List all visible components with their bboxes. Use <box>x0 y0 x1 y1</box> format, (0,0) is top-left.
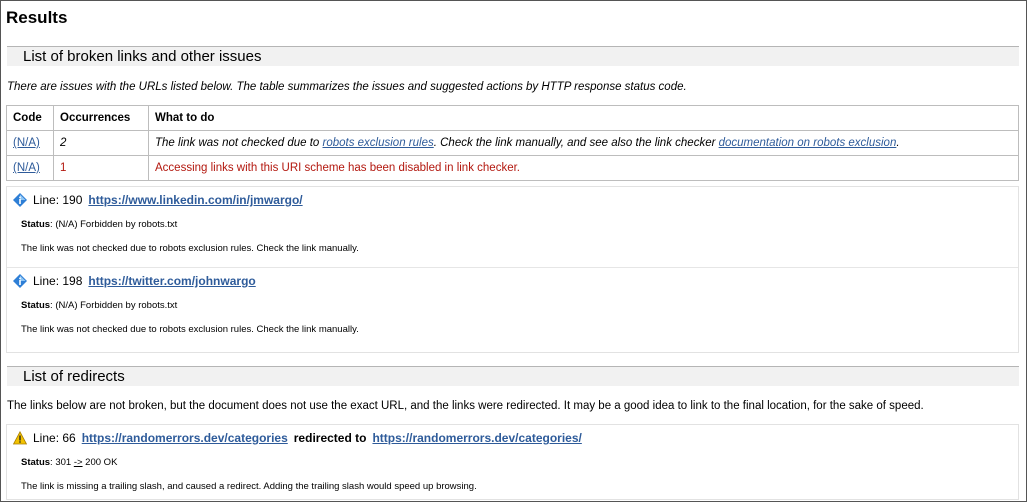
code-link[interactable]: (N/A) <box>13 162 40 174</box>
entry-line: Line: 198 https://twitter.com/johnwargo <box>13 274 256 288</box>
redirected-to-label: redirected to <box>293 431 367 445</box>
line-number: Line: 198 <box>33 274 83 288</box>
broken-links-intro: There are issues with the URLs listed be… <box>7 81 687 93</box>
code-cell: (N/A) <box>6 155 54 181</box>
entry-line: Line: 66 https://randomerrors.dev/catego… <box>13 431 582 445</box>
entry-message: The link was not checked due to robots e… <box>21 324 359 335</box>
status-label: Status <box>21 457 51 468</box>
entry-message: The link was not checked due to robots e… <box>21 243 359 254</box>
url-link[interactable]: https://www.linkedin.com/in/jmwargo/ <box>88 193 302 207</box>
page-title: Results <box>6 8 68 27</box>
redirect-from-link[interactable]: https://randomerrors.dev/categories <box>82 431 288 445</box>
status-rest: 200 OK <box>82 457 118 468</box>
robots-documentation-link[interactable]: documentation on robots exclusion <box>719 137 897 149</box>
what-to-do-cell: Accessing links with this URI scheme has… <box>148 155 1019 181</box>
line-number: Line: 190 <box>33 193 83 207</box>
broken-links-heading: List of broken links and other issues <box>7 46 1019 66</box>
url-link[interactable]: https://twitter.com/johnwargo <box>88 274 255 288</box>
status-label: Status <box>21 219 51 230</box>
broken-links-list: Line: 190 https://www.linkedin.com/in/jm… <box>6 186 1019 353</box>
line-number: Line: 66 <box>33 431 76 445</box>
status-arrow: -> <box>73 457 83 468</box>
warning-icon <box>13 431 27 445</box>
column-header-code: Code <box>6 105 54 131</box>
list-item: Line: 66 https://randomerrors.dev/catego… <box>7 425 1018 499</box>
what-to-do-cell: The link was not checked due to robots e… <box>148 130 1019 156</box>
status-text: Status: 301 -> 200 OK <box>21 457 117 468</box>
occurrences-cell: 1 <box>53 155 149 181</box>
status-value: : (N/A) Forbidden by robots.txt <box>50 300 178 311</box>
entry-message: The link is missing a trailing slash, an… <box>21 481 477 492</box>
table-row: (N/A) 1 Accessing links with this URI sc… <box>6 155 1019 181</box>
redirect-to-link[interactable]: https://randomerrors.dev/categories/ <box>372 431 581 445</box>
info-diamond-icon <box>13 274 27 288</box>
status-value: : (N/A) Forbidden by robots.txt <box>50 219 178 230</box>
column-header-occurrences: Occurrences <box>53 105 149 131</box>
status-code: : 301 <box>50 457 74 468</box>
column-header-what-to-do: What to do <box>148 105 1019 131</box>
list-item: Line: 198 https://twitter.com/johnwargo … <box>7 267 1018 347</box>
redirects-heading: List of redirects <box>7 366 1019 386</box>
status-text: Status: (N/A) Forbidden by robots.txt <box>21 300 177 311</box>
redirects-intro: The links below are not broken, but the … <box>7 400 924 412</box>
info-diamond-icon <box>13 193 27 207</box>
table-row: (N/A) 2 The link was not checked due to … <box>6 130 1019 156</box>
robots-exclusion-rules-link[interactable]: robots exclusion rules <box>323 137 434 149</box>
occurrences-cell: 2 <box>53 130 149 156</box>
list-item: Line: 190 https://www.linkedin.com/in/jm… <box>7 187 1018 267</box>
status-text: Status: (N/A) Forbidden by robots.txt <box>21 219 177 230</box>
todo-text-2: . Check the link manually, and see also … <box>433 137 719 149</box>
code-cell: (N/A) <box>6 130 54 156</box>
status-label: Status <box>21 300 51 311</box>
redirects-list: Line: 66 https://randomerrors.dev/catego… <box>6 424 1019 500</box>
todo-text-3: . <box>896 137 900 149</box>
code-link[interactable]: (N/A) <box>13 137 40 149</box>
table-header-row: Code Occurrences What to do <box>6 105 1019 131</box>
summary-table: Code Occurrences What to do (N/A) 2 The … <box>6 105 1019 181</box>
todo-text-1: The link was not checked due to <box>155 137 323 149</box>
entry-line: Line: 190 https://www.linkedin.com/in/jm… <box>13 193 303 207</box>
